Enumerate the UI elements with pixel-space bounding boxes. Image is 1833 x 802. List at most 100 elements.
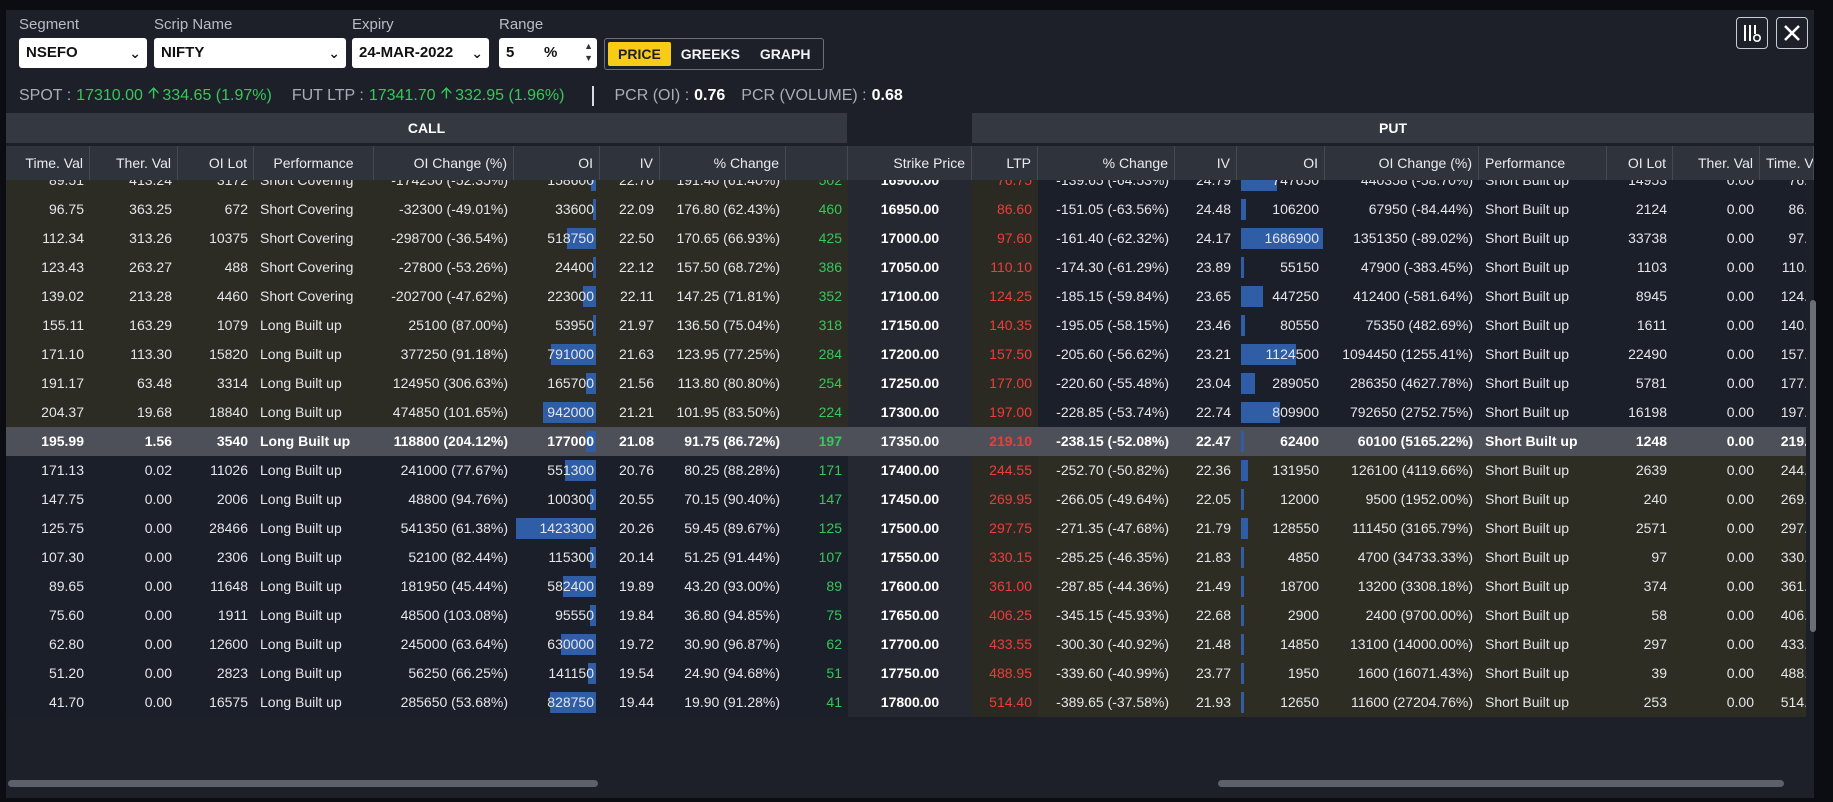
oi-lot-cell: 1911 <box>178 601 254 630</box>
time-value-cell: 171.13 <box>6 456 90 485</box>
spinner-icon[interactable]: ▲ ▼ <box>584 40 593 64</box>
table-row[interactable]: 123.43 263.27 488 Short Covering -27800 (-53… <box>6 253 1806 282</box>
table-row[interactable]: 204.37 19.68 18840 Long Built up 474850 (101… <box>6 398 1806 427</box>
oi-lot-cell: 3540 <box>178 427 254 456</box>
header-oi-lot[interactable]: OI Lot <box>178 146 254 180</box>
oi-cell: 1423300 <box>514 514 600 543</box>
expiry-field: Expiry 24-MAR-2022 ⌄ <box>352 16 489 68</box>
tab-greeks[interactable]: GREEKS <box>671 42 750 66</box>
theoretical-value-cell: 363.25 <box>90 195 178 224</box>
header-iv[interactable]: IV <box>600 146 660 180</box>
header-percent-change[interactable]: % Change <box>660 146 786 180</box>
header-put-performance[interactable]: Performance <box>1479 146 1607 180</box>
header-oi[interactable]: OI <box>514 146 600 180</box>
table-row[interactable]: 139.02 213.28 4460 Short Covering -202700 (-… <box>6 282 1806 311</box>
header-put-time-value[interactable]: Time. V <box>1760 146 1814 180</box>
header-time-value[interactable]: Time. Val <box>6 146 90 180</box>
header-performance[interactable]: Performance <box>254 146 374 180</box>
table-row[interactable]: 89.65 0.00 11648 Long Built up 181950 (45.44… <box>6 572 1806 601</box>
table-row[interactable]: 75.60 0.00 1911 Long Built up 48500 (103.08%… <box>6 601 1806 630</box>
put-time-value-cell: 86. <box>1760 195 1806 224</box>
put-oi-change-cell: 792650 (2752.75%) <box>1325 398 1479 427</box>
table-row[interactable]: 191.17 63.48 3314 Long Built up 124950 (306.… <box>6 369 1806 398</box>
oi-bar <box>1241 431 1244 452</box>
scrip-select[interactable]: NIFTY ⌄ <box>154 38 346 68</box>
put-group-header: PUT <box>972 113 1814 143</box>
table-row[interactable]: 51.20 0.00 2823 Long Built up 56250 (66.25%)… <box>6 659 1806 688</box>
put-oi-lot-cell: 2639 <box>1607 456 1673 485</box>
oi-cell: 95550 <box>514 601 600 630</box>
put-performance-cell: Short Built up <box>1479 514 1607 543</box>
table-row[interactable]: 62.80 0.00 12600 Long Built up 245000 (63.64… <box>6 630 1806 659</box>
put-oi-lot-cell: 1611 <box>1607 311 1673 340</box>
strike-price-cell: 17250.00 <box>848 369 972 398</box>
table-row[interactable]: 41.70 0.00 16575 Long Built up 285650 (53.68… <box>6 688 1806 717</box>
table-row[interactable]: 155.11 163.29 1079 Long Built up 25100 (87.0… <box>6 311 1806 340</box>
header-theoretical-value[interactable]: Ther. Val <box>90 146 178 180</box>
oi-change-cell: 541350 (61.38%) <box>374 514 514 543</box>
segment-select[interactable]: NSEFO ⌄ <box>19 38 147 68</box>
header-put-iv[interactable]: IV <box>1175 146 1237 180</box>
oi-lot-cell: 28466 <box>178 514 254 543</box>
iv-cell: 20.14 <box>600 543 660 572</box>
put-iv-cell: 24.48 <box>1175 195 1237 224</box>
table-row[interactable]: 125.75 0.00 28466 Long Built up 541350 (61.3… <box>6 514 1806 543</box>
table-row[interactable]: 89.51 413.24 3172 Short Covering -174250 (-5… <box>6 180 1806 195</box>
strike-price-cell: 17200.00 <box>848 340 972 369</box>
tab-graph[interactable]: GRAPH <box>750 42 821 66</box>
oi-lot-cell: 18840 <box>178 398 254 427</box>
header-oi-change[interactable]: OI Change (%) <box>374 146 514 180</box>
table-row[interactable]: 96.75 363.25 672 Short Covering -32300 (-49.… <box>6 195 1806 224</box>
oi-cell: 100300 <box>514 485 600 514</box>
put-oi-lot-cell: 374 <box>1607 572 1673 601</box>
header-put-theoretical-value[interactable]: Ther. Val <box>1673 146 1760 180</box>
range-input[interactable]: 5 % ▲ ▼ <box>499 38 597 68</box>
oi-cell: 53950 <box>514 311 600 340</box>
oi-value: 100300 <box>547 491 594 507</box>
put-theoretical-value-cell: 0.00 <box>1673 253 1760 282</box>
percent-change-cell: 101.95 (83.50%) <box>660 398 786 427</box>
table-row[interactable]: 107.30 0.00 2306 Long Built up 52100 (82.44%… <box>6 543 1806 572</box>
put-horizontal-scrollbar[interactable] <box>1218 780 1784 787</box>
time-value-cell: 41.70 <box>6 688 90 717</box>
call-ltp-cell: 75 <box>786 601 848 630</box>
put-oi-change-cell: 1094450 (1255.41%) <box>1325 340 1479 369</box>
put-oi-cell: 62400 <box>1237 427 1325 456</box>
expiry-select[interactable]: 24-MAR-2022 ⌄ <box>352 38 489 68</box>
oi-value: 62400 <box>1280 433 1319 449</box>
put-performance-cell: Short Built up <box>1479 688 1607 717</box>
put-time-value-cell: 124. <box>1760 282 1806 311</box>
header-put-oi[interactable]: OI <box>1237 146 1325 180</box>
oi-value: 177000 <box>547 433 594 449</box>
performance-cell: Long Built up <box>254 543 374 572</box>
put-performance-cell: Short Built up <box>1479 572 1607 601</box>
header-strike-price[interactable]: Strike Price <box>848 146 972 180</box>
table-row[interactable]: 171.10 113.30 15820 Long Built up 377250 (91… <box>6 340 1806 369</box>
table-row[interactable]: 171.13 0.02 11026 Long Built up 241000 (77.6… <box>6 456 1806 485</box>
put-iv-cell: 21.83 <box>1175 543 1237 572</box>
oi-change-cell: 377250 (91.18%) <box>374 340 514 369</box>
put-ltp-cell: 433.55 <box>972 630 1038 659</box>
table-row[interactable]: 195.99 1.56 3540 Long Built up 118800 (204.1… <box>6 427 1806 456</box>
put-time-value-cell: 219. <box>1760 427 1806 456</box>
call-ltp-cell: 41 <box>786 688 848 717</box>
call-horizontal-scrollbar[interactable] <box>8 780 598 787</box>
tab-price[interactable]: PRICE <box>608 42 671 66</box>
close-button[interactable] <box>1776 17 1808 49</box>
header-put-oi-change[interactable]: OI Change (%) <box>1325 146 1479 180</box>
oi-change-cell: 181950 (45.44%) <box>374 572 514 601</box>
vertical-scrollbar[interactable] <box>1810 300 1816 632</box>
table-row[interactable]: 112.34 313.26 10375 Short Covering -298700 (… <box>6 224 1806 253</box>
header-put-ltp[interactable]: LTP <box>972 146 1038 180</box>
pcr-volume-value: 0.68 <box>871 86 903 104</box>
put-theoretical-value-cell: 0.00 <box>1673 311 1760 340</box>
range-value: 5 <box>506 44 515 61</box>
header-put-percent-change[interactable]: % Change <box>1038 146 1175 180</box>
column-settings-button[interactable] <box>1736 17 1768 49</box>
table-row[interactable]: 147.75 0.00 2006 Long Built up 48800 (94.76%… <box>6 485 1806 514</box>
header-put-oi-lot[interactable]: OI Lot <box>1607 146 1673 180</box>
iv-cell: 19.54 <box>600 659 660 688</box>
put-iv-cell: 23.65 <box>1175 282 1237 311</box>
put-oi-lot-cell: 14953 <box>1607 180 1673 195</box>
oi-value: 95550 <box>555 607 594 623</box>
